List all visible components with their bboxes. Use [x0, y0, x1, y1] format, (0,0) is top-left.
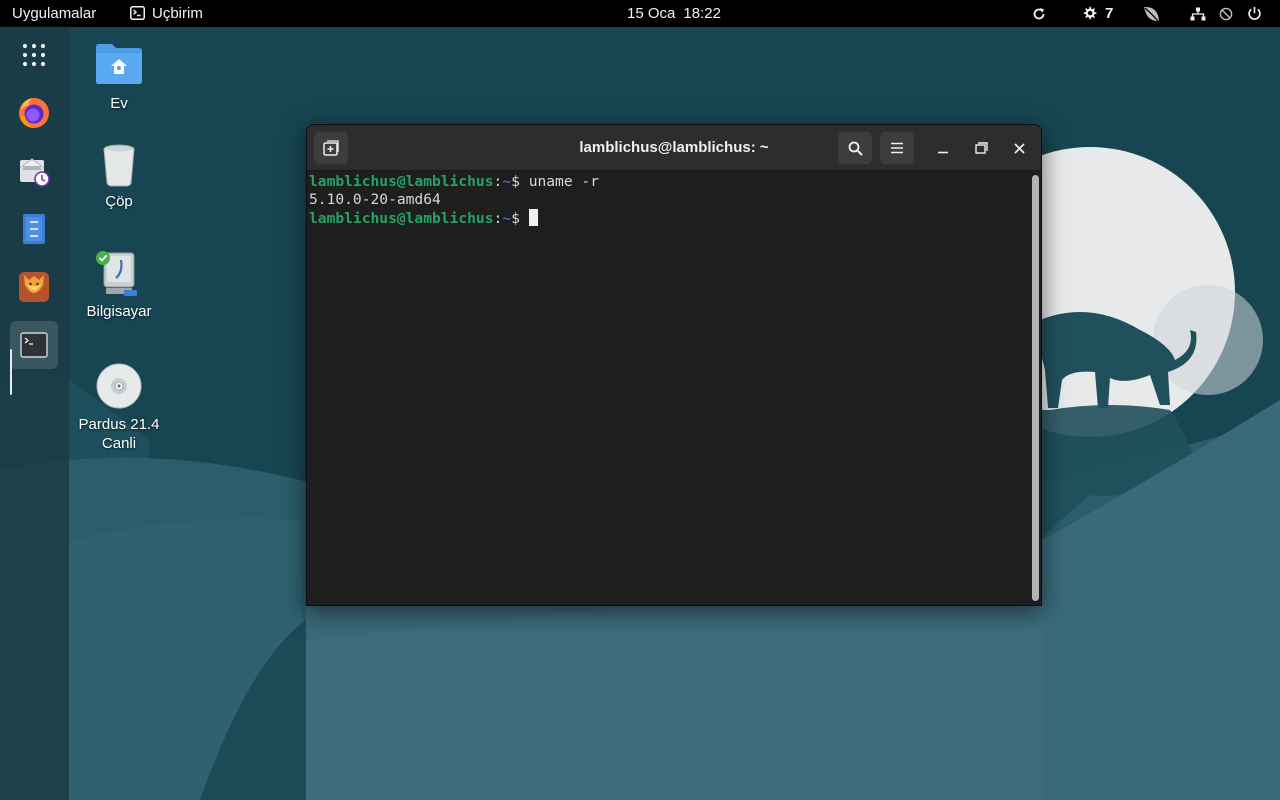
app-grid-icon	[22, 43, 46, 67]
lion-app-icon	[19, 272, 49, 302]
close-button[interactable]	[1007, 136, 1031, 160]
focused-app-menu[interactable]: Uçbirim	[130, 0, 203, 27]
search-icon	[848, 141, 863, 156]
hamburger-menu-icon	[891, 142, 903, 154]
lion-app-launcher[interactable]	[10, 263, 58, 311]
date-text: 15 Oca	[627, 5, 676, 22]
desktop-icon-label: Pardus 21.4 Canli	[78, 416, 160, 452]
desktop-icon-trash[interactable]: Çöp	[69, 142, 169, 211]
prompt-path: ~	[502, 210, 512, 227]
new-tab-icon	[323, 140, 339, 156]
close-icon	[1013, 142, 1025, 154]
desktop-icon-label: Ev	[110, 95, 128, 112]
terminal-line: lamblichus@lamblichus:~$	[309, 209, 1027, 227]
terminal-icon	[20, 332, 48, 358]
desktop-icon-home[interactable]: Ev	[69, 38, 169, 113]
prompt-user: lamblichus@lamblichus	[309, 173, 494, 190]
trash-icon	[103, 144, 135, 187]
leaf-icon[interactable]	[1140, 0, 1162, 27]
desktop-icon-label: Çöp	[105, 193, 133, 210]
menu-button[interactable]	[880, 132, 914, 164]
gear-icon	[1083, 6, 1097, 20]
text-cursor	[528, 209, 538, 226]
prompt-symbol: $	[511, 173, 520, 190]
mail-client-icon	[19, 158, 50, 187]
search-button[interactable]	[838, 132, 872, 164]
applications-menu-button[interactable]: Uygulamalar	[12, 0, 96, 27]
terminal-line: lamblichus@lamblichus:~$ uname -r	[309, 173, 599, 190]
prompt-path: ~	[502, 173, 512, 190]
output-text: 5.10.0-20-amd64	[309, 191, 441, 208]
terminal-output[interactable]: lamblichus@lamblichus:~$ uname -r 5.10.0…	[307, 172, 1029, 605]
prompt-user: lamblichus@lamblichus	[309, 210, 494, 227]
firefox-launcher[interactable]	[10, 89, 58, 137]
terminal-line: 5.10.0-20-amd64	[309, 191, 1027, 209]
firefox-icon	[19, 98, 49, 128]
notification-count: 7	[1105, 5, 1114, 22]
terminal-titlebar[interactable]: lamblichus@lamblichus: ~	[307, 125, 1041, 171]
computer-icon	[96, 251, 137, 296]
network-icon[interactable]	[1188, 0, 1208, 27]
prompt-symbol: $	[511, 210, 520, 227]
settings-indicator[interactable]: 7	[1082, 0, 1113, 27]
desktop-icon-computer[interactable]: Bilgisayar	[69, 250, 169, 321]
mail-launcher[interactable]	[10, 147, 58, 195]
new-tab-button[interactable]	[314, 132, 348, 164]
show-applications-button[interactable]	[10, 31, 58, 79]
scrollbar[interactable]	[1030, 172, 1041, 605]
clock-button[interactable]: 15 Oca 18:22	[627, 0, 721, 27]
dock	[0, 27, 69, 800]
minimize-icon	[938, 151, 948, 154]
time-text: 18:22	[683, 5, 721, 22]
volume-muted-icon[interactable]	[1216, 0, 1236, 27]
text-editor-launcher[interactable]	[10, 205, 58, 253]
text-editor-icon	[23, 214, 45, 244]
focused-app-label: Uçbirim	[152, 5, 203, 22]
home-folder-icon	[96, 44, 142, 84]
running-indicator	[10, 349, 12, 395]
terminal-window[interactable]: lamblichus@lamblichus: ~ lamblichus@lamb…	[306, 124, 1042, 606]
maximize-button[interactable]	[969, 136, 993, 160]
desktop-icon-pardus-disc[interactable]: Pardus 21.4 Canli	[69, 361, 169, 453]
command-text: uname -r	[528, 173, 599, 190]
refresh-icon[interactable]	[1029, 0, 1049, 27]
terminal-launcher[interactable]	[10, 321, 58, 369]
top-bar: Uygulamalar Uçbirim 15 Oca 18:22 7	[0, 0, 1280, 27]
power-icon[interactable]	[1244, 0, 1264, 27]
optical-disc-icon	[96, 363, 142, 409]
minimize-button[interactable]	[931, 136, 955, 160]
terminal-small-icon	[130, 5, 145, 20]
scrollbar-thumb[interactable]	[1032, 175, 1039, 601]
restore-icon	[974, 142, 988, 154]
desktop-icon-label: Bilgisayar	[86, 303, 152, 320]
